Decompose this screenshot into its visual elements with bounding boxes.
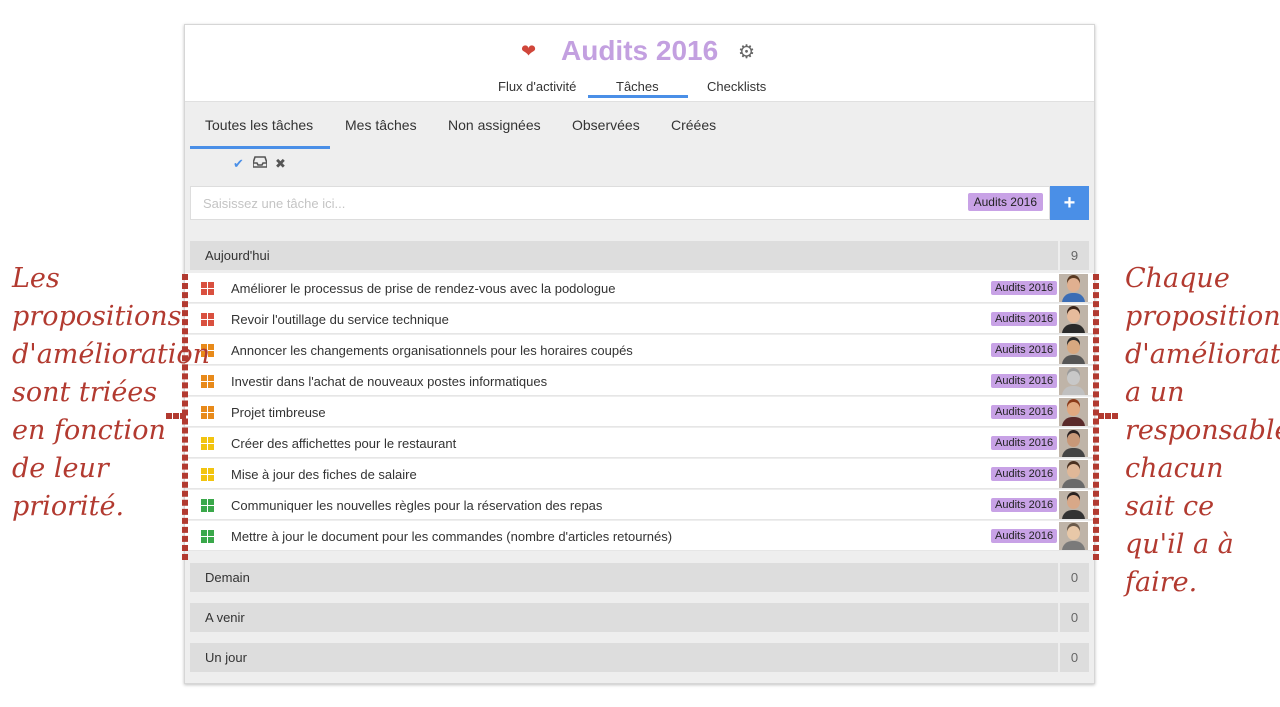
subtab-my-tasks[interactable]: Mes tâches <box>345 117 417 133</box>
task-row[interactable]: Mettre à jour le document pour les comma… <box>185 521 1094 551</box>
task-project-tag[interactable]: Audits 2016 <box>991 529 1058 543</box>
inbox-icon[interactable] <box>252 156 268 171</box>
task-row[interactable]: Projet timbreuse Audits 2016 <box>185 397 1094 427</box>
assignee-avatar[interactable] <box>1059 398 1088 426</box>
right-bracket-tick <box>1098 413 1118 419</box>
section-label: Aujourd'hui <box>205 248 270 263</box>
priority-icon[interactable] <box>201 437 214 450</box>
tab-activity-feed[interactable]: Flux d'activité <box>498 79 576 94</box>
annotation-left: Les propositions d'amélioration sont tri… <box>12 263 211 522</box>
assignee-avatar[interactable] <box>1059 336 1088 364</box>
new-task-input[interactable] <box>191 187 975 219</box>
section-label: Un jour <box>205 650 247 665</box>
priority-icon[interactable] <box>201 406 214 419</box>
subtab-unassigned[interactable]: Non assignées <box>448 117 541 133</box>
task-project-tag[interactable]: Audits 2016 <box>991 467 1058 481</box>
check-icon[interactable]: ✔ <box>233 156 244 172</box>
section-count: 0 <box>1060 563 1089 592</box>
task-project-tag[interactable]: Audits 2016 <box>991 343 1058 357</box>
task-row[interactable]: Créer des affichettes pour le restaurant… <box>185 428 1094 458</box>
project-title: Audits 2016 <box>561 35 719 66</box>
tab-checklists[interactable]: Checklists <box>707 79 766 94</box>
gear-icon[interactable]: ⚙ <box>738 41 755 64</box>
priority-icon[interactable] <box>201 499 214 512</box>
assignee-avatar[interactable] <box>1059 305 1088 333</box>
task-row[interactable]: Annoncer les changements organisationnel… <box>185 335 1094 365</box>
task-name[interactable]: Annoncer les changements organisationnel… <box>231 343 633 358</box>
task-row[interactable]: Mise à jour des fiches de salaire Audits … <box>185 459 1094 489</box>
project-tag[interactable]: Audits 2016 <box>967 193 1043 211</box>
priority-icon[interactable] <box>201 282 214 295</box>
priority-icon[interactable] <box>201 468 214 481</box>
active-subtab-indicator <box>190 146 330 149</box>
task-name[interactable]: Investir dans l'achat de nouveaux postes… <box>231 374 547 389</box>
task-project-tag[interactable]: Audits 2016 <box>991 498 1058 512</box>
task-row[interactable]: Améliorer le processus de prise de rende… <box>185 273 1094 303</box>
tab-tasks[interactable]: Tâches <box>616 79 659 94</box>
priority-icon[interactable] <box>201 530 214 543</box>
assignee-avatar[interactable] <box>1059 274 1088 302</box>
subtab-created[interactable]: Créées <box>671 117 716 133</box>
section-label: Demain <box>205 570 250 585</box>
task-name[interactable]: Revoir l'outillage du service technique <box>231 312 449 327</box>
project-header: ❤ Audits 2016 ⚙ Flux d'activité Tâches C… <box>185 25 1094 102</box>
assignee-avatar[interactable] <box>1059 367 1088 395</box>
task-project-tag[interactable]: Audits 2016 <box>991 436 1058 450</box>
add-task-button[interactable]: + <box>1050 186 1089 220</box>
task-row[interactable]: Revoir l'outillage du service technique A… <box>185 304 1094 334</box>
subtab-watched[interactable]: Observées <box>572 117 640 133</box>
assignee-avatar[interactable] <box>1059 460 1088 488</box>
section-someday[interactable]: Un jour 0 <box>190 643 1089 672</box>
task-name[interactable]: Projet timbreuse <box>231 405 326 420</box>
active-tab-indicator <box>588 95 688 98</box>
section-count: 0 <box>1060 603 1089 632</box>
task-project-tag[interactable]: Audits 2016 <box>991 312 1058 326</box>
priority-icon[interactable] <box>201 313 214 326</box>
annotation-right: Chaque proposition d'amélioration a un r… <box>1125 263 1280 598</box>
task-row[interactable]: Investir dans l'achat de nouveaux postes… <box>185 366 1094 396</box>
task-project-tag[interactable]: Audits 2016 <box>991 405 1058 419</box>
task-project-tag[interactable]: Audits 2016 <box>991 281 1058 295</box>
section-label: A venir <box>205 610 245 625</box>
priority-icon[interactable] <box>201 375 214 388</box>
section-count: 0 <box>1060 643 1089 672</box>
close-icon[interactable]: ✖ <box>275 156 286 172</box>
section-tomorrow[interactable]: Demain 0 <box>190 563 1089 592</box>
heart-icon[interactable]: ❤ <box>521 41 536 62</box>
section-count: 9 <box>1060 241 1089 270</box>
subtab-all-tasks[interactable]: Toutes les tâches <box>205 117 313 133</box>
task-name[interactable]: Améliorer le processus de prise de rende… <box>231 281 615 296</box>
task-name[interactable]: Créer des affichettes pour le restaurant <box>231 436 456 451</box>
assignee-avatar[interactable] <box>1059 429 1088 457</box>
assignee-avatar[interactable] <box>1059 491 1088 519</box>
task-row[interactable]: Communiquer les nouvelles règles pour la… <box>185 490 1094 520</box>
task-name[interactable]: Mise à jour des fiches de salaire <box>231 467 417 482</box>
task-name[interactable]: Mettre à jour le document pour les comma… <box>231 529 672 544</box>
section-upcoming[interactable]: A venir 0 <box>190 603 1089 632</box>
project-panel: ❤ Audits 2016 ⚙ Flux d'activité Tâches C… <box>184 24 1095 684</box>
task-project-tag[interactable]: Audits 2016 <box>991 374 1058 388</box>
new-task-bar: Audits 2016 <box>190 186 1050 220</box>
task-name[interactable]: Communiquer les nouvelles règles pour la… <box>231 498 602 513</box>
assignee-avatar[interactable] <box>1059 522 1088 550</box>
section-today[interactable]: Aujourd'hui 9 <box>190 241 1089 270</box>
